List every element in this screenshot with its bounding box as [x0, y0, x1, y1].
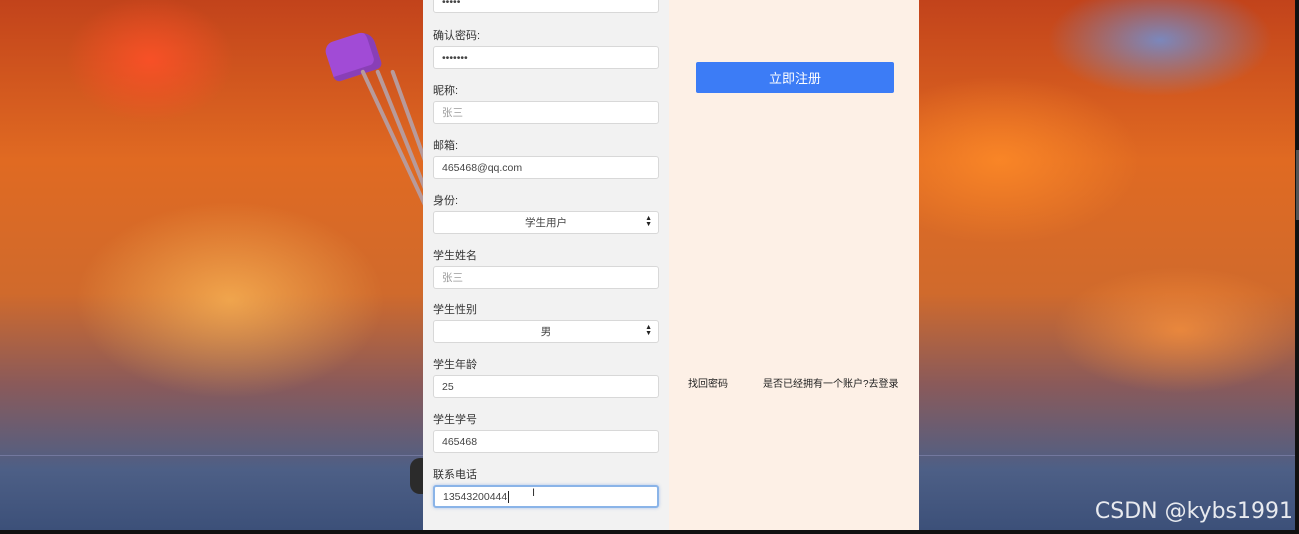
confirm-password-label: 确认密码: — [433, 30, 481, 42]
password-value: ••••• — [442, 0, 461, 8]
chevron-up-down-icon: ▲ ▼ — [645, 215, 652, 228]
identity-selected: 学生用户 — [525, 217, 567, 229]
floor-line — [919, 455, 1299, 456]
shopping-cart-image — [320, 29, 456, 500]
student-name-placeholder: 张三 — [442, 272, 463, 284]
phone-value: 13543200444 — [443, 490, 508, 503]
student-id-field[interactable]: 465468 — [433, 430, 659, 453]
email-field[interactable]: 465468@qq.com — [433, 156, 659, 179]
identity-select[interactable]: 学生用户 ▲ ▼ — [433, 211, 659, 234]
student-name-label: 学生姓名 — [433, 250, 477, 262]
age-label: 学生年龄 — [433, 359, 477, 371]
bottom-border — [0, 530, 1299, 534]
csdn-watermark: CSDN @kybs1991 — [1094, 499, 1293, 524]
text-caret — [508, 490, 510, 503]
i-beam-cursor-icon: I — [532, 487, 536, 499]
student-id-value: 465468 — [442, 435, 478, 448]
email-value: 465468@qq.com — [442, 161, 523, 174]
registration-form: ••••• 确认密码: ••••••• 昵称: 张三 邮箱: 465468@qq… — [423, 0, 669, 530]
nickname-placeholder: 张三 — [442, 107, 463, 119]
email-label: 邮箱: — [433, 140, 459, 152]
gender-label: 学生性别 — [433, 304, 477, 316]
student-id-label: 学生学号 — [433, 414, 477, 426]
confirm-password-value: ••••••• — [442, 51, 468, 64]
chevron-up-down-icon: ▲ ▼ — [645, 324, 652, 337]
student-name-field[interactable]: 张三 — [433, 266, 659, 289]
age-field[interactable]: 25 — [433, 375, 659, 398]
cart-handle — [323, 29, 383, 83]
gender-selected: 男 — [540, 326, 552, 338]
phone-field[interactable]: 13543200444 — [433, 485, 659, 508]
scrollbar-track[interactable] — [1295, 0, 1299, 534]
identity-label: 身份: — [433, 195, 459, 207]
age-value: 25 — [442, 380, 454, 393]
gender-select[interactable]: 男 ▲ ▼ — [433, 320, 659, 343]
side-panel: 立即注册 找回密码 是否已经拥有一个账户?去登录 — [669, 0, 919, 530]
phone-label: 联系电话 — [433, 469, 477, 481]
confirm-password-field[interactable]: ••••••• — [433, 46, 659, 69]
nickname-field[interactable]: 张三 — [433, 101, 659, 124]
nickname-label: 昵称: — [433, 85, 459, 97]
forgot-password-link[interactable]: 找回密码 — [688, 375, 728, 390]
register-button[interactable]: 立即注册 — [696, 62, 894, 93]
password-field[interactable]: ••••• — [433, 0, 659, 13]
go-login-link[interactable]: 是否已经拥有一个账户?去登录 — [763, 375, 899, 390]
